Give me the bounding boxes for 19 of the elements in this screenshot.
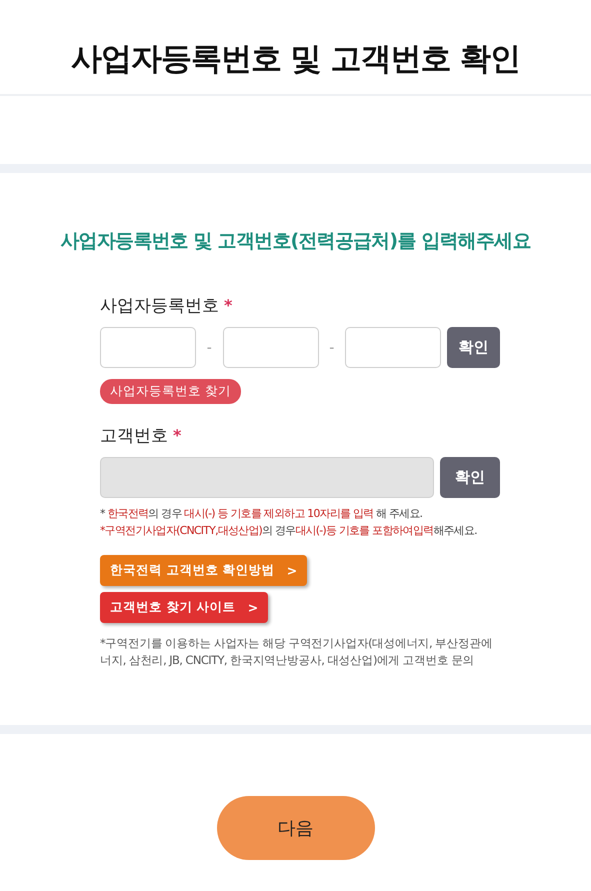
form-heading: 사업자등록번호 및 고객번호(전력공급처)를 입력해주세요 (59, 229, 532, 254)
link-button[interactable]: 한국전력 고객번호 확인방법 > (100, 554, 308, 586)
footnote: *구역전기를 이용하는 사업자는 해당 구역전기사업자(대성에너지, 부산정관에너지, 삼천리, JB, CNCITY, 한국지역난방공사, 대성산업)에게 고객번호 문의 (100, 634, 494, 669)
input-note: *구역전기사업자(CNCITY,대성산업)의 경우대시(-)등 기호를 포함하여입력해주세요. (100, 524, 478, 539)
next-button[interactable]: 다음 (216, 796, 374, 860)
field-label: 사업자등록번호 (100, 295, 219, 317)
required-mark: * (224, 296, 232, 315)
separator-dash: - (206, 340, 213, 356)
input-field[interactable] (345, 327, 442, 368)
input-note: *한국전력의 경우 대시(-) 등 기호를 제외하고 10자리를 입력 해 주세요. (100, 507, 424, 522)
input-field[interactable] (222, 327, 319, 368)
input-field[interactable] (100, 327, 196, 368)
find-number-button[interactable]: 사업자등록번호 찾기 (100, 379, 241, 404)
confirm-button[interactable]: 확인 (447, 327, 500, 368)
page-title: 사업자등록번호 및 고객번호 확인 (70, 40, 520, 79)
separator-dash: - (328, 340, 336, 356)
field-label: 고객번호 (100, 425, 168, 447)
required-mark: * (173, 426, 182, 445)
link-button[interactable]: 고객번호 찾기 사이트 > (100, 592, 268, 623)
